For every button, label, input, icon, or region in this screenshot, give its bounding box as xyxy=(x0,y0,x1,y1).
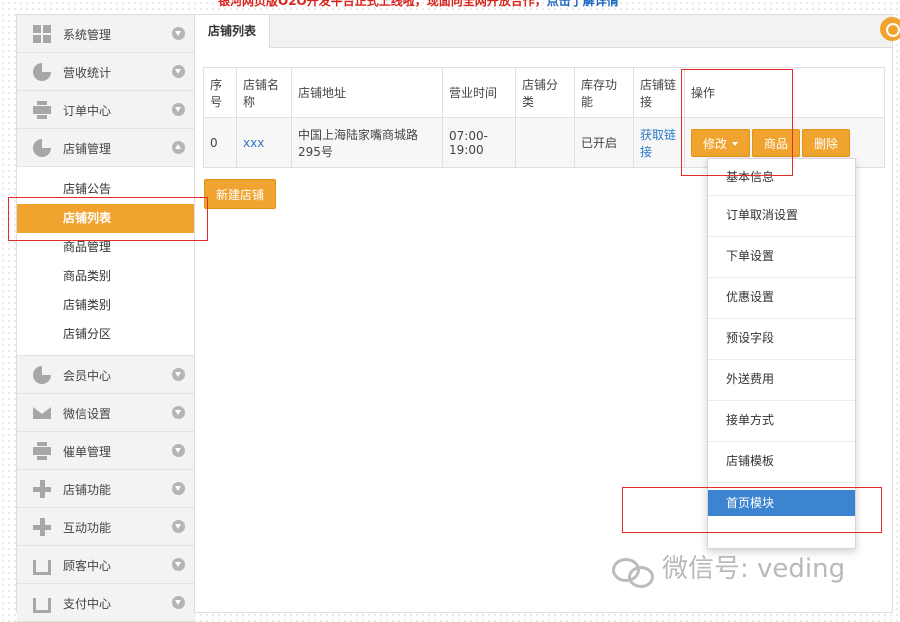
cell-index: 0 xyxy=(203,117,237,168)
chevron-down-icon xyxy=(172,520,185,533)
sidebar-group[interactable]: 订单中心 xyxy=(17,91,195,129)
caret-down-icon xyxy=(732,142,739,146)
sidebar-group[interactable]: 支付中心 xyxy=(17,584,195,622)
dropdown-item[interactable]: 基本信息 xyxy=(708,159,855,196)
sidebar-group[interactable]: 营收统计 xyxy=(17,53,195,91)
sidebar-group-label: 顾客中心 xyxy=(63,559,112,573)
chevron-down-icon xyxy=(172,406,185,419)
cell-stock: 已开启 xyxy=(574,117,634,168)
chevron-down-icon xyxy=(172,103,185,116)
table-header-row: 序号 店铺名称 店铺地址 营业时间 店铺分类 库存功能 店铺链接 操作 xyxy=(203,67,885,118)
sidebar-subitem[interactable]: 店铺类别 xyxy=(17,291,195,320)
chevron-down-icon xyxy=(172,444,185,457)
mail-icon xyxy=(33,407,51,419)
sidebar-subitem[interactable]: 商品管理 xyxy=(17,233,195,262)
dropdown-item[interactable]: 下单设置 xyxy=(708,237,855,278)
dropdown-item[interactable]: 首页模块 xyxy=(708,490,855,516)
tray-icon xyxy=(33,560,51,575)
promo-banner: 银河网页版O2O开发平台正式上线啦，现面向全网开放合作，点击了解详情 xyxy=(218,0,619,8)
sidebar: 系统管理营收统计订单中心店铺管理 店铺公告 店铺列表 商品管理 商品类别 店铺类别 店铺分… xyxy=(16,14,196,622)
chevron-down-icon xyxy=(172,596,185,609)
col-header: 店铺地址 xyxy=(291,67,443,118)
sidebar-subitem[interactable]: 店铺列表 xyxy=(17,204,195,233)
sidebar-group[interactable]: 店铺功能 xyxy=(17,470,195,508)
cell-link: 获取链接 xyxy=(633,117,685,168)
sidebar-group[interactable]: 催单管理 xyxy=(17,432,195,470)
tab-bar: 店铺列表 xyxy=(195,15,892,48)
edit-dropdown-menu: 基本信息 订单取消设置 下单设置 优惠设置 预设字段 外送费用 接单方式 店铺模板首页模块 xyxy=(707,158,856,549)
dropdown-item[interactable]: 接单方式 xyxy=(708,401,855,442)
dropdown-item[interactable]: 预设字段 xyxy=(708,319,855,360)
sidebar-group-label: 互动功能 xyxy=(63,521,112,535)
sidebar-group[interactable]: 店铺管理 xyxy=(17,129,195,167)
col-header: 库存功能 xyxy=(574,67,634,118)
promo-banner-link[interactable]: 点击了解详情 xyxy=(547,0,619,8)
grid-icon xyxy=(33,25,51,43)
pie-chart-icon xyxy=(33,63,51,81)
col-header: 店铺链接 xyxy=(633,67,685,118)
delete-button[interactable]: 删除 xyxy=(802,128,851,157)
edit-dropdown-button[interactable]: 修改 xyxy=(691,128,751,157)
dropdown-item[interactable]: 外送费用 xyxy=(708,360,855,401)
new-store-button[interactable]: 新建店铺 xyxy=(204,179,277,209)
corner-badge-icon xyxy=(880,17,900,41)
sidebar-group[interactable]: 互动功能 xyxy=(17,508,195,546)
sidebar-subitem[interactable]: 店铺分区 xyxy=(17,320,195,349)
sidebar-group-label: 营收统计 xyxy=(63,66,112,80)
wechat-watermark: 微信号: veding xyxy=(612,548,846,588)
chevron-down-icon xyxy=(172,65,185,78)
cell-hours: 07:00-19:00 xyxy=(442,117,516,168)
sidebar-group-label: 订单中心 xyxy=(63,104,112,118)
sidebar-subitem[interactable]: 商品类别 xyxy=(17,262,195,291)
printer-icon xyxy=(33,442,51,460)
sidebar-group-label: 催单管理 xyxy=(63,445,112,459)
cell-store-name[interactable]: xxx xyxy=(236,117,292,168)
col-header: 序号 xyxy=(203,67,237,118)
sidebar-group-label: 系统管理 xyxy=(63,28,112,42)
chevron-down-icon xyxy=(172,27,185,40)
sidebar-group[interactable]: 系统管理 xyxy=(17,15,195,53)
cell-category xyxy=(515,117,575,168)
col-header: 店铺分类 xyxy=(515,67,575,118)
cell-address: 中国上海陆家嘴商城路295号 xyxy=(291,117,443,168)
edit-button-label: 修改 xyxy=(703,136,728,151)
pie-chart-icon xyxy=(33,139,51,157)
col-header: 店铺名称 xyxy=(236,67,292,118)
store-table: 序号 店铺名称 店铺地址 营业时间 店铺分类 库存功能 店铺链接 操作 0 xx… xyxy=(203,67,885,168)
promo-banner-text: 银河网页版O2O开发平台正式上线啦，现面向全网开放合作， xyxy=(218,0,547,8)
plus-icon xyxy=(33,518,51,536)
chevron-down-icon xyxy=(172,482,185,495)
sidebar-group[interactable]: 会员中心 xyxy=(17,356,195,394)
col-header: 操作 xyxy=(684,67,885,118)
sidebar-group-label: 店铺管理 xyxy=(63,142,112,156)
printer-icon xyxy=(33,101,51,119)
sidebar-group-label: 会员中心 xyxy=(63,369,112,383)
sidebar-group-label: 微信设置 xyxy=(63,407,112,421)
goods-button[interactable]: 商品 xyxy=(752,128,801,157)
col-header: 营业时间 xyxy=(442,67,516,118)
sidebar-group-label: 店铺功能 xyxy=(63,483,112,497)
sidebar-group-label: 支付中心 xyxy=(63,597,112,611)
dropdown-item[interactable]: 店铺模板 xyxy=(708,442,855,483)
watermark-text: 微信号: veding xyxy=(662,554,846,584)
dropdown-item[interactable]: 订单取消设置 xyxy=(708,196,855,237)
chevron-up-icon xyxy=(172,141,185,154)
dropdown-item[interactable]: 优惠设置 xyxy=(708,278,855,319)
sidebar-group[interactable]: 顾客中心 xyxy=(17,546,195,584)
sidebar-group[interactable]: 微信设置 xyxy=(17,394,195,432)
store-management-submenu: 店铺公告 店铺列表 商品管理 商品类别 店铺类别 店铺分区 xyxy=(17,167,195,356)
wechat-logo-icon xyxy=(612,556,656,588)
get-link-link[interactable]: 获取链接 xyxy=(640,128,676,159)
pie-chart-icon xyxy=(33,366,51,384)
sidebar-subitem[interactable]: 店铺公告 xyxy=(17,175,195,204)
tab-store-list[interactable]: 店铺列表 xyxy=(195,15,271,48)
plus-icon xyxy=(33,480,51,498)
chevron-down-icon xyxy=(172,558,185,571)
chevron-down-icon xyxy=(172,368,185,381)
store-name-link[interactable]: xxx xyxy=(243,136,264,150)
